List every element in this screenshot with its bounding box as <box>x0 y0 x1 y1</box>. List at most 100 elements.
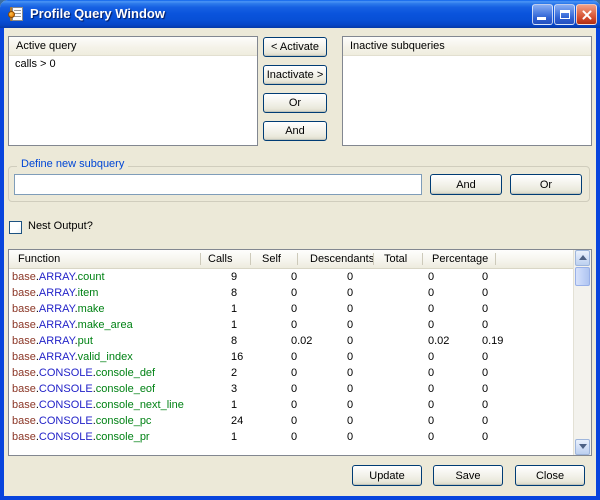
cell-total: 0.02 <box>428 333 449 349</box>
column-header-total[interactable]: Total <box>384 250 407 269</box>
cell-self: 0 <box>291 349 297 365</box>
cell-descendants: 0 <box>347 365 353 381</box>
table-body: base.ARRAY.count90000base.ARRAY.item8000… <box>9 269 573 455</box>
column-header-function[interactable]: Function <box>18 250 60 269</box>
or-button[interactable]: Or <box>263 93 327 113</box>
cell-total: 0 <box>428 413 434 429</box>
update-button[interactable]: Update <box>352 465 422 486</box>
scrollbar-thumb[interactable] <box>575 267 590 286</box>
minimize-button[interactable] <box>532 4 553 25</box>
table-row[interactable]: base.ARRAY.count90000 <box>9 269 573 285</box>
cell-percentage: 0 <box>482 397 488 413</box>
cell-descendants: 0 <box>347 301 353 317</box>
cell-calls: 3 <box>231 381 237 397</box>
table-row[interactable]: base.ARRAY.make10000 <box>9 301 573 317</box>
table-row[interactable]: base.CONSOLE.console_pr10000 <box>9 429 573 445</box>
vertical-scrollbar[interactable] <box>573 250 591 455</box>
table-row[interactable]: base.ARRAY.item80000 <box>9 285 573 301</box>
cell-total: 0 <box>428 269 434 285</box>
cell-calls: 1 <box>231 317 237 333</box>
function-name: base.ARRAY.item <box>12 285 98 301</box>
icon-badge <box>8 11 15 18</box>
maximize-button[interactable] <box>554 4 575 25</box>
cell-self: 0 <box>291 429 297 445</box>
cell-total: 0 <box>428 381 434 397</box>
cell-descendants: 0 <box>347 333 353 349</box>
inactive-subqueries-header: Inactive subqueries <box>343 37 591 56</box>
cell-self: 0 <box>291 413 297 429</box>
table-row[interactable]: base.CONSOLE.console_pc 24 0 0 0 0 <box>9 413 573 429</box>
cell-percentage: 0 <box>482 269 488 285</box>
column-header-calls[interactable]: Calls <box>208 250 232 269</box>
cell-self: 0 <box>291 301 297 317</box>
cell-percentage: 0 <box>482 429 488 445</box>
cell-total: 0 <box>428 365 434 381</box>
table-row[interactable]: base.ARRAY.make_area10000 <box>9 317 573 333</box>
profile-query-window: Profile Query Window Active query calls … <box>0 0 600 500</box>
subquery-or-button[interactable]: Or <box>510 174 582 195</box>
cell-percentage: 0 <box>482 301 488 317</box>
function-name: base.CONSOLE.console_pc <box>12 413 151 429</box>
window-border-bottom <box>0 496 600 500</box>
save-button[interactable]: Save <box>433 465 503 486</box>
table-row[interactable]: base.CONSOLE.console_eof30000 <box>9 381 573 397</box>
cell-self: 0 <box>291 285 297 301</box>
and-button[interactable]: And <box>263 121 327 141</box>
column-header-descendants[interactable]: Descendants <box>310 250 374 269</box>
cell-descendants: 0 <box>347 269 353 285</box>
cell-percentage: 0 <box>482 349 488 365</box>
column-header-self[interactable]: Self <box>262 250 281 269</box>
table-row[interactable]: base.CONSOLE.console_def20000 <box>9 365 573 381</box>
cell-calls: 8 <box>231 333 237 349</box>
cell-total: 0 <box>428 429 434 445</box>
column-header-percentage[interactable]: Percentage <box>432 250 488 269</box>
cell-total: 0 <box>428 301 434 317</box>
function-name: base.ARRAY.count <box>12 269 105 285</box>
close-dialog-button[interactable]: Close <box>515 465 585 486</box>
cell-descendants: 0 <box>347 413 353 429</box>
table-header: Function Calls Self Descendants Total Pe… <box>9 250 573 269</box>
active-query-list[interactable]: calls > 0 <box>9 56 257 145</box>
nest-output-label[interactable]: Nest Output? <box>28 220 93 232</box>
cell-calls: 24 <box>231 413 243 429</box>
table-row[interactable]: base.ARRAY.put80.0200.020.19 <box>9 333 573 349</box>
cell-percentage: 0 <box>482 413 488 429</box>
cell-total: 0 <box>428 317 434 333</box>
cell-calls: 9 <box>231 269 237 285</box>
nest-output-checkbox[interactable] <box>9 221 22 234</box>
inactive-subqueries-list[interactable] <box>343 56 591 145</box>
cell-total: 0 <box>428 285 434 301</box>
window-border-left <box>0 28 4 500</box>
scroll-up-button[interactable] <box>575 250 590 266</box>
table-row[interactable]: base.ARRAY.valid_index160000 <box>9 349 573 365</box>
function-name: base.ARRAY.make_area <box>12 317 133 333</box>
window-border-right <box>596 28 600 500</box>
table-row[interactable]: base.CONSOLE.console_next_line10000 <box>9 397 573 413</box>
cell-calls: 8 <box>231 285 237 301</box>
cell-descendants: 0 <box>347 285 353 301</box>
active-query-header: Active query <box>9 37 257 56</box>
arrow-up-icon <box>579 255 587 260</box>
inactivate-button[interactable]: Inactivate > <box>263 65 327 85</box>
cell-calls: 16 <box>231 349 243 365</box>
subquery-input[interactable] <box>14 174 422 195</box>
cell-descendants: 0 <box>347 381 353 397</box>
activate-button[interactable]: < Activate <box>263 37 327 57</box>
function-name: base.CONSOLE.console_next_line <box>12 397 184 413</box>
define-subquery-label: Define new subquery <box>17 158 128 170</box>
window-icon[interactable] <box>8 6 24 22</box>
cell-self: 0 <box>291 317 297 333</box>
subquery-and-button[interactable]: And <box>430 174 502 195</box>
header-divider <box>297 253 298 265</box>
close-button[interactable] <box>576 4 597 25</box>
scroll-down-button[interactable] <box>575 439 590 455</box>
cell-calls: 1 <box>231 301 237 317</box>
cell-descendants: 0 <box>347 317 353 333</box>
titlebar[interactable]: Profile Query Window <box>0 0 600 28</box>
cell-calls: 1 <box>231 397 237 413</box>
cell-percentage: 0.19 <box>482 333 503 349</box>
query-list-item[interactable]: calls > 0 <box>9 56 257 70</box>
cell-self: 0 <box>291 365 297 381</box>
cell-total: 0 <box>428 349 434 365</box>
cell-calls: 1 <box>231 429 237 445</box>
